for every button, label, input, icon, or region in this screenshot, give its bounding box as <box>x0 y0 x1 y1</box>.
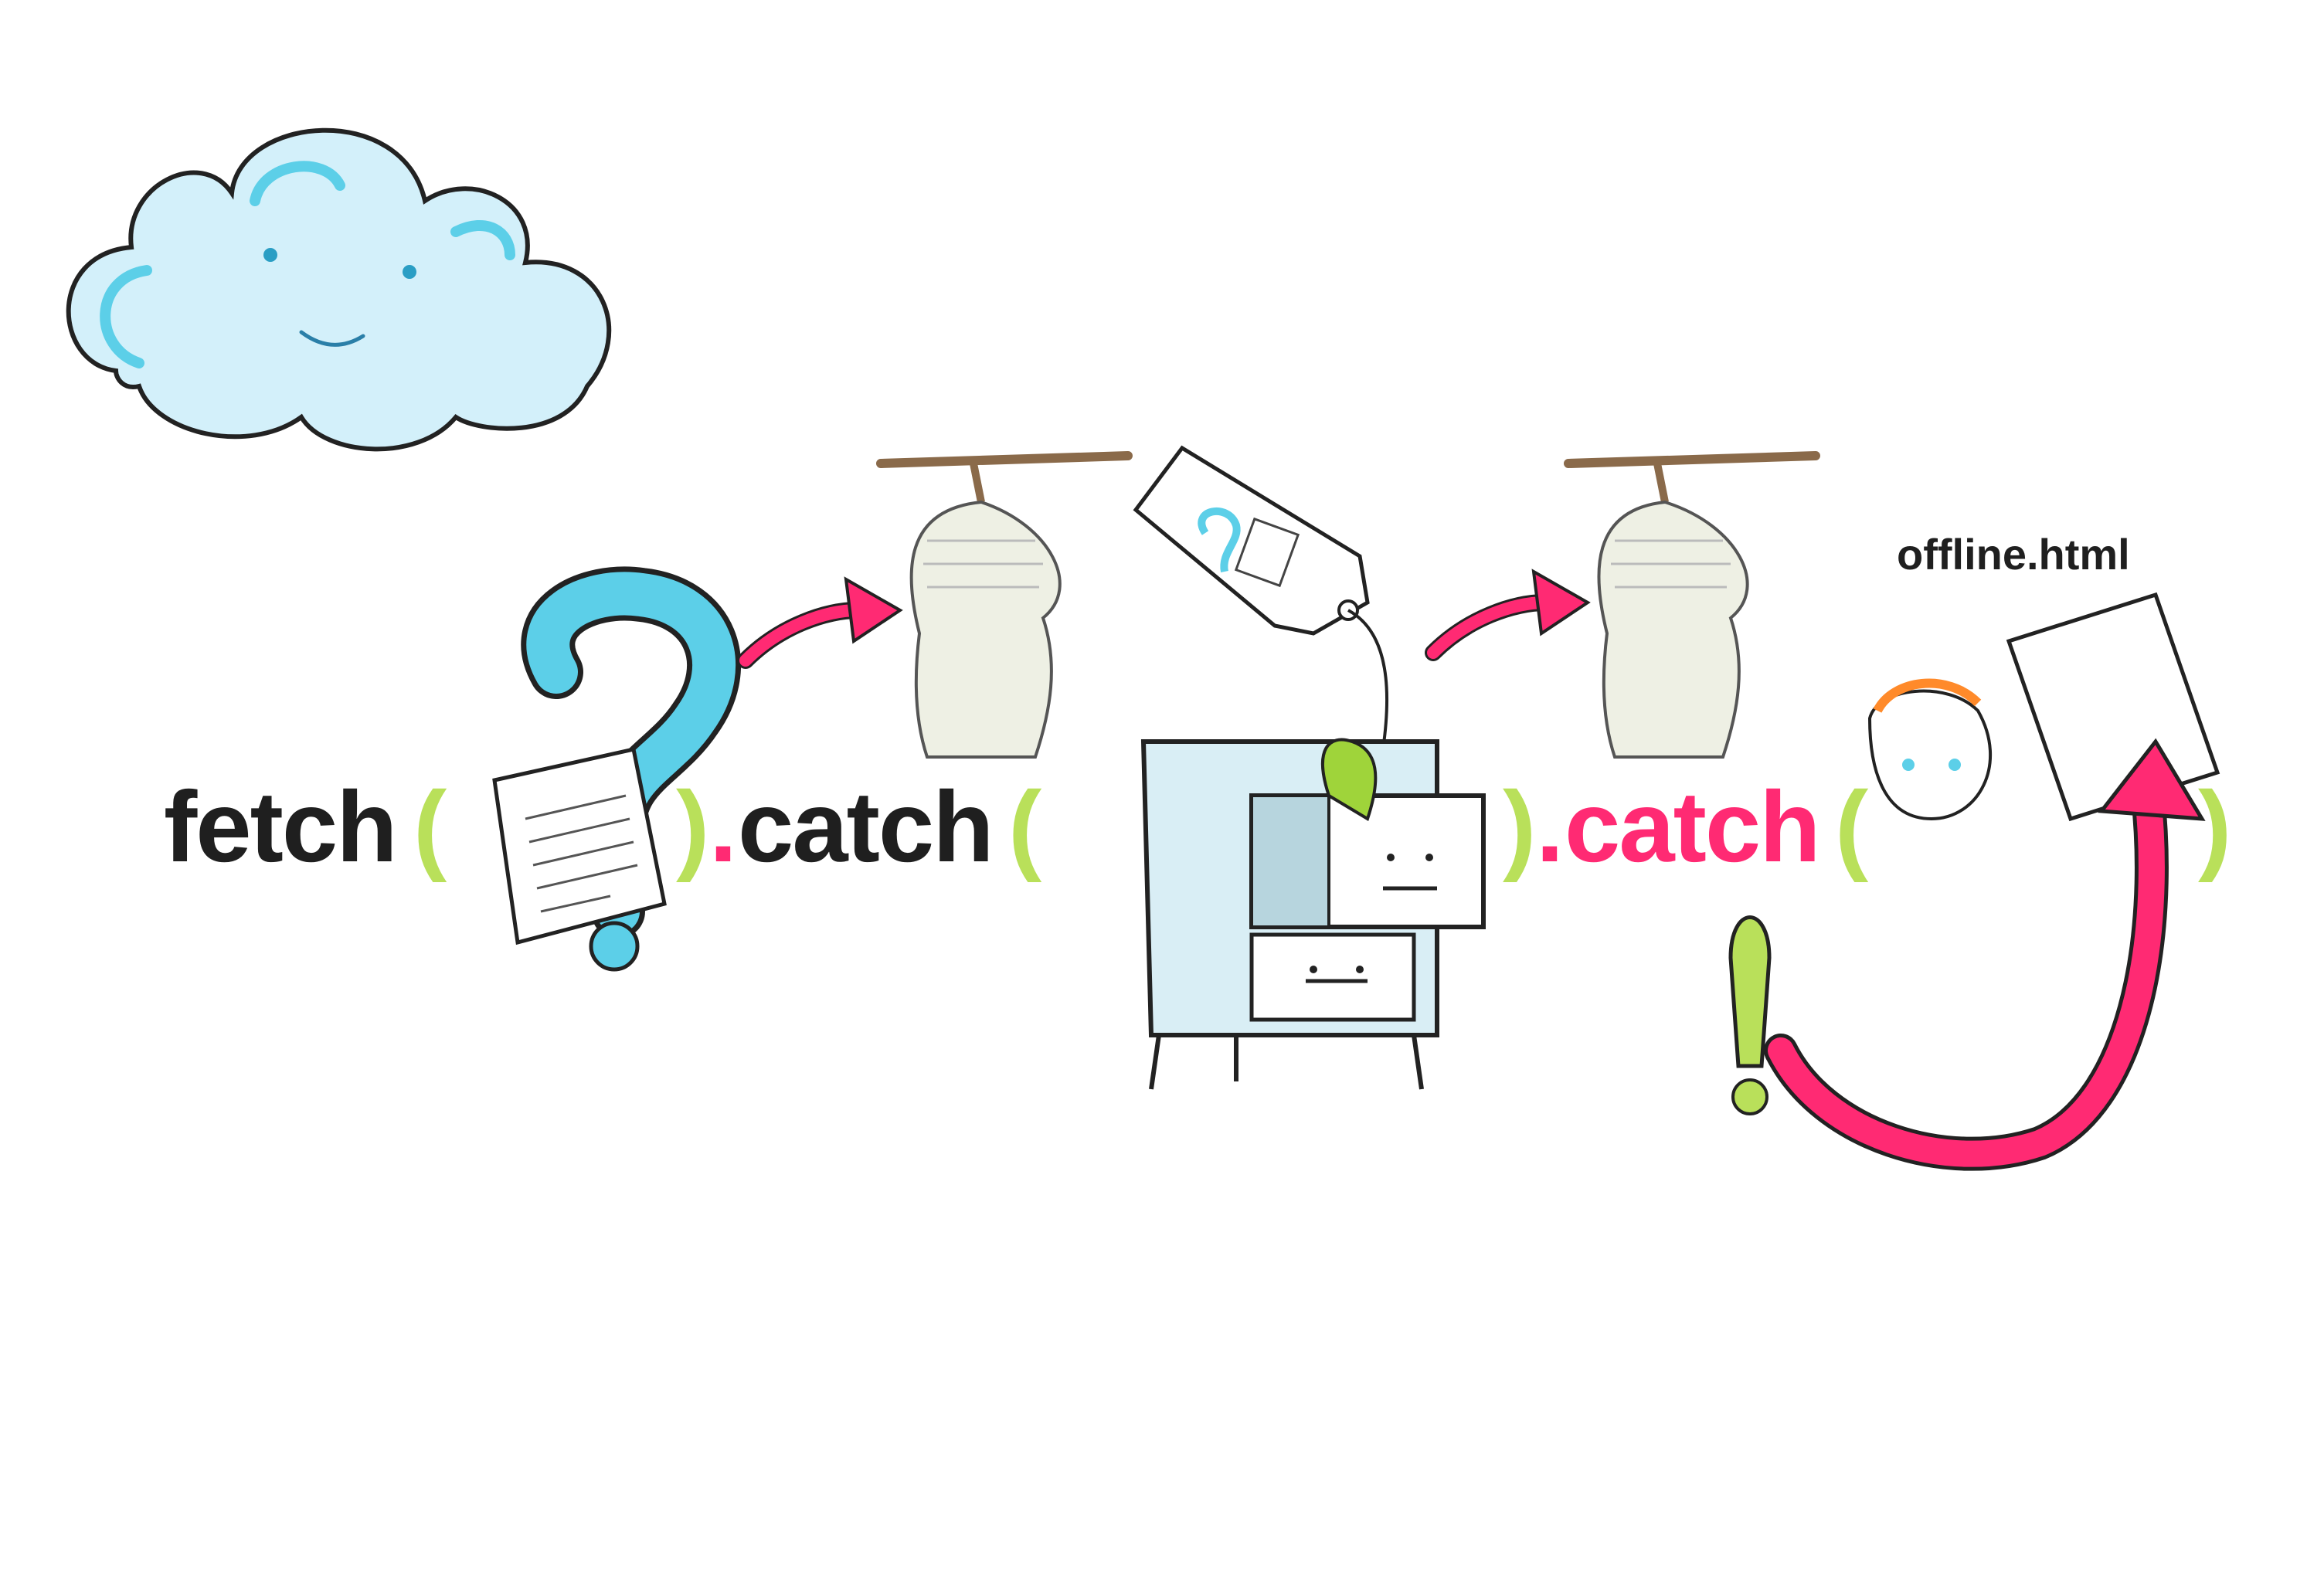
dot-1: . <box>709 770 737 883</box>
catch-text-1: catch <box>738 770 994 883</box>
fetch-text: fetch <box>164 770 398 883</box>
dot-2: . <box>1536 770 1564 883</box>
chrysalis-icon <box>876 451 1133 759</box>
open-paren-2: ( <box>1008 770 1041 883</box>
open-paren-1: ( <box>413 770 447 883</box>
close-paren-1: ) <box>676 770 709 883</box>
close-paren-3: ) <box>2198 770 2231 883</box>
catch-text-2: catch <box>1565 770 1821 883</box>
tag-icon <box>1133 445 1389 750</box>
arrow-icon <box>737 576 903 669</box>
cloud-icon <box>66 127 612 452</box>
close-paren-2: ) <box>1503 770 1536 883</box>
chrysalis-icon <box>1564 451 1820 759</box>
arrow-icon <box>1425 569 1591 661</box>
open-paren-3: ( <box>1835 770 1868 883</box>
filing-cabinet-icon <box>1140 738 1486 1090</box>
offline-html-label: offline.html <box>1897 530 2130 579</box>
exclamation-icon <box>1728 915 1772 1115</box>
